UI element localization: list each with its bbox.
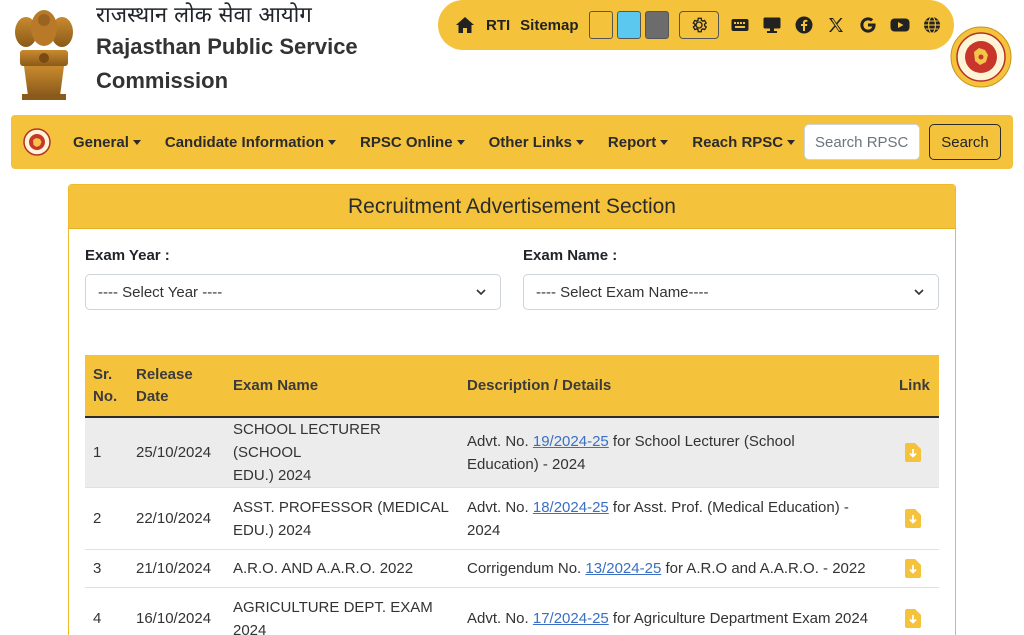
x-icon[interactable]	[825, 14, 847, 36]
advertisement-table: Sr. No. Release Date Exam Name Description…	[85, 355, 939, 635]
rpsc-seal-logo	[950, 26, 1012, 88]
cell-date: 21/10/2024	[128, 549, 225, 588]
cell-sr: 2	[85, 487, 128, 550]
search-input[interactable]	[804, 124, 920, 160]
table-header-row: Sr. No. Release Date Exam Name Description…	[85, 355, 939, 418]
section-title: Recruitment Advertisement Section	[69, 185, 955, 229]
col-link: Link	[891, 355, 939, 418]
cell-description: Advt. No. 19/2024-25 for School Lecturer…	[459, 417, 891, 488]
col-description: Description / Details	[459, 355, 891, 418]
nav-reach-rpsc[interactable]: Reach RPSC	[692, 134, 796, 151]
cell-exam-name: AGRICULTURE DEPT. EXAM 2024	[225, 587, 459, 635]
cell-description: Advt. No. 17/2024-25 for Agriculture Dep…	[459, 587, 891, 635]
facebook-icon[interactable]	[793, 14, 815, 36]
cell-sr: 4	[85, 587, 128, 635]
nav-seal-icon[interactable]	[23, 128, 51, 156]
top-utility-bar: RTI Sitemap	[438, 0, 954, 50]
keyboard-icon[interactable]	[729, 14, 751, 36]
rti-link[interactable]: RTI	[486, 17, 510, 34]
theme-swatch-yellow[interactable]	[588, 11, 613, 39]
cell-link	[891, 417, 939, 488]
nav-rpsc-online[interactable]: RPSC Online	[360, 134, 465, 151]
nav-candidate-information[interactable]: Candidate Information	[165, 134, 337, 151]
advt-link[interactable]: 18/2024-25	[533, 499, 609, 516]
cell-exam-name: A.R.O. AND A.A.R.O. 2022	[225, 549, 459, 588]
cell-date: 16/10/2024	[128, 587, 225, 635]
col-release-date: Release Date	[128, 355, 225, 418]
download-file-icon[interactable]	[905, 509, 921, 528]
site-title-english-line2: Commission	[96, 68, 229, 93]
advt-link[interactable]: 19/2024-25	[533, 433, 609, 450]
theme-swatch-gray[interactable]	[644, 11, 669, 39]
nav-report[interactable]: Report	[608, 134, 669, 151]
exam-year-select[interactable]: ---- Select Year ----	[85, 274, 501, 310]
cell-sr: 3	[85, 549, 128, 588]
caret-down-icon	[328, 139, 337, 145]
caret-down-icon	[456, 139, 465, 145]
home-icon[interactable]	[454, 14, 476, 36]
main-navbar: General Candidate Information RPSC Onlin…	[11, 115, 1013, 169]
site-title-hindi: राजस्थान लोक सेवा आयोग	[96, 3, 312, 28]
cell-description: Advt. No. 18/2024-25 for Asst. Prof. (Me…	[459, 487, 891, 550]
monitor-icon[interactable]	[761, 14, 783, 36]
header-title-block: राजस्थान लोक सेवा आयोग Rajasthan Public …	[96, 2, 358, 98]
col-exam-name: Exam Name	[225, 355, 459, 418]
google-icon[interactable]	[857, 14, 879, 36]
chevron-down-icon	[914, 289, 924, 296]
nav-other-links[interactable]: Other Links	[489, 134, 584, 151]
advt-link[interactable]: 17/2024-25	[533, 610, 609, 627]
youtube-icon[interactable]	[889, 14, 911, 36]
col-sr-no: Sr. No.	[85, 355, 128, 418]
gear-icon	[691, 17, 707, 33]
caret-down-icon	[132, 139, 141, 145]
settings-button[interactable]	[678, 11, 719, 39]
sitemap-link[interactable]: Sitemap	[520, 17, 578, 34]
table-row: 1 25/10/2024 SCHOOL LECTURER (SCHOOL EDU.…	[85, 417, 939, 488]
cell-exam-name: ASST. PROFESSOR (MEDICAL EDU.) 2024	[225, 487, 459, 550]
cell-exam-name: SCHOOL LECTURER (SCHOOL EDU.) 2024	[225, 417, 459, 488]
cell-date: 22/10/2024	[128, 487, 225, 550]
table-row: 4 16/10/2024 AGRICULTURE DEPT. EXAM 2024 …	[85, 587, 939, 635]
cell-date: 25/10/2024	[128, 417, 225, 488]
caret-down-icon	[660, 139, 669, 145]
exam-year-label: Exam Year :	[85, 247, 170, 264]
globe-icon[interactable]	[921, 14, 943, 36]
download-file-icon[interactable]	[905, 559, 921, 578]
table-row: 2 22/10/2024 ASST. PROFESSOR (MEDICAL EDU…	[85, 487, 939, 550]
nav-general[interactable]: General	[73, 134, 141, 151]
download-file-icon[interactable]	[905, 443, 921, 462]
download-file-icon[interactable]	[905, 609, 921, 628]
caret-down-icon	[787, 139, 796, 145]
advt-link[interactable]: 13/2024-25	[585, 560, 661, 577]
cell-link	[891, 587, 939, 635]
cell-link	[891, 487, 939, 550]
exam-name-label: Exam Name :	[523, 247, 618, 264]
site-title-english: Rajasthan Public Service	[96, 34, 358, 59]
table-row: 3 21/10/2024 A.R.O. AND A.A.R.O. 2022 Co…	[85, 549, 939, 588]
cell-link	[891, 549, 939, 588]
recruitment-advertisement-card: Recruitment Advertisement Section Exam Y…	[68, 184, 956, 635]
search-button[interactable]: Search	[929, 124, 1001, 160]
ashoka-emblem-logo	[15, 10, 73, 100]
exam-name-select[interactable]: ---- Select Exam Name----	[523, 274, 939, 310]
cell-sr: 1	[85, 417, 128, 488]
cell-description: Corrigendum No. 13/2024-25 for A.R.O and…	[459, 549, 891, 588]
theme-swatch-blue[interactable]	[616, 11, 641, 39]
caret-down-icon	[575, 139, 584, 145]
chevron-down-icon	[476, 289, 486, 296]
